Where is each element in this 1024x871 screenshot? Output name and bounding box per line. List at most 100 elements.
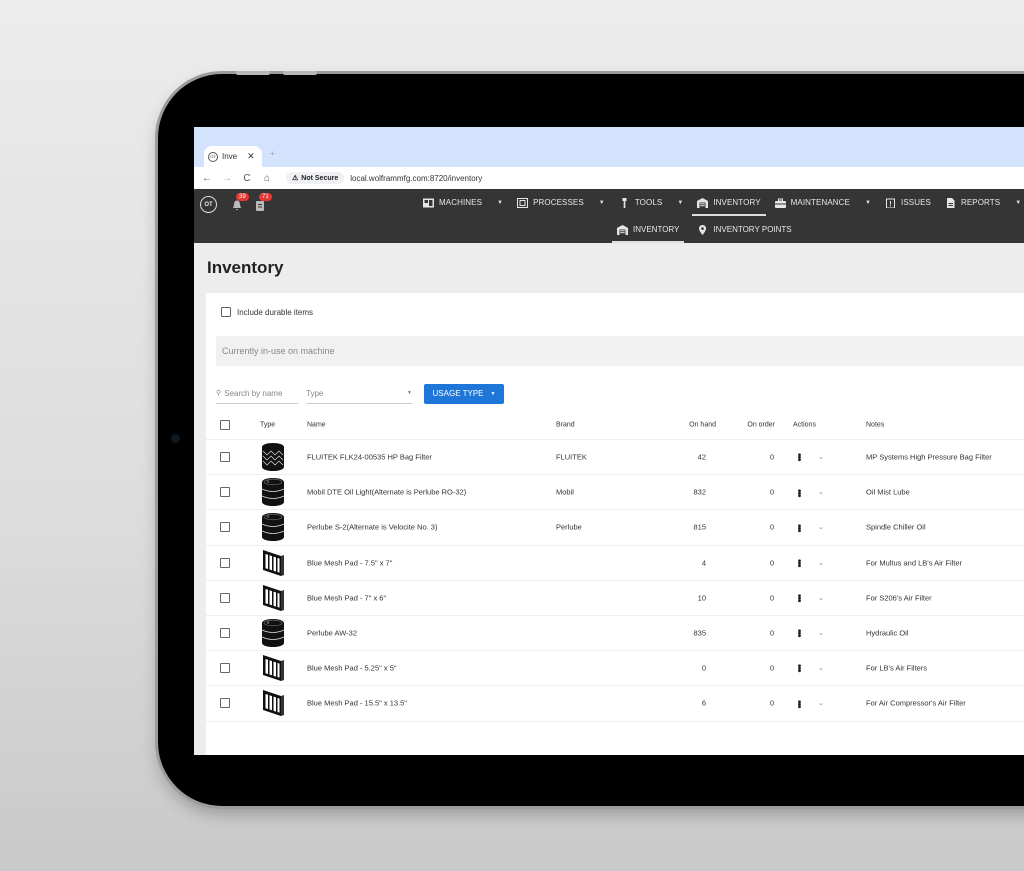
menu-reports[interactable]: REPORTS ▼ xyxy=(938,189,1024,216)
in-use-machine-field[interactable]: Currently in-use on machine xyxy=(216,336,1024,366)
row-actions: ••• ⌄ xyxy=(793,453,824,461)
header-brand[interactable]: Brand xyxy=(556,421,575,428)
item-name[interactable]: Perlube S-2(Alternate is Velocite No. 3) xyxy=(307,523,437,532)
header-type[interactable]: Type xyxy=(260,421,275,428)
table-row[interactable]: Blue Mesh Pad - 7.5" x 7" 4 0 ••• ⌄ For … xyxy=(206,546,1024,581)
table-row[interactable]: FLUITEK FLK24-00535 HP Bag Filter FLUITE… xyxy=(206,440,1024,476)
caret-down-icon: ▼ xyxy=(490,390,496,397)
include-durable-label: Include durable items xyxy=(237,307,314,317)
include-durable-checkbox[interactable] xyxy=(221,307,231,317)
item-name[interactable]: Blue Mesh Pad - 7.5" x 7" xyxy=(307,558,392,567)
table-header: Type Name Brand On hand On order Actions… xyxy=(206,410,1024,440)
item-name[interactable]: Blue Mesh Pad - 5.25" x 5" xyxy=(307,664,397,673)
select-all-checkbox[interactable] xyxy=(220,419,230,430)
on-order-value: 0 xyxy=(769,628,774,638)
home-icon[interactable]: ⌂ xyxy=(262,173,272,184)
usage-type-button[interactable]: USAGE TYPE ▼ xyxy=(424,383,504,404)
more-vert-icon[interactable]: ••• xyxy=(793,524,804,532)
item-notes: Spindle Chiller Oil xyxy=(866,522,926,532)
chevron-down-icon[interactable]: ⌄ xyxy=(818,664,824,672)
header-on-order[interactable]: On order xyxy=(747,421,775,428)
submenu-inventory-label: INVENTORY xyxy=(633,225,680,234)
row-checkbox[interactable] xyxy=(220,592,230,603)
menu-maintenance[interactable]: MAINTENANCE ▼ xyxy=(768,189,878,216)
on-hand-value: 0 xyxy=(701,663,706,673)
chevron-down-icon[interactable]: ⌄ xyxy=(818,488,824,496)
item-name[interactable]: Perlube AW-32 xyxy=(307,629,357,638)
more-vert-icon[interactable]: ••• xyxy=(793,559,804,567)
security-chip[interactable]: ⚠ Not Secure xyxy=(286,172,345,184)
table-row[interactable]: Blue Mesh Pad - 5.25" x 5" 0 0 ••• ⌄ For… xyxy=(206,651,1024,687)
header-notes[interactable]: Notes xyxy=(866,421,884,428)
menu-tools[interactable]: TOOLS ▼ xyxy=(612,189,691,216)
row-checkbox[interactable] xyxy=(220,628,230,639)
browser-tab[interactable]: OT Inve ✕ xyxy=(204,146,262,167)
back-icon[interactable]: ← xyxy=(202,173,212,184)
row-actions: ••• ⌄ xyxy=(793,629,824,637)
row-checkbox[interactable] xyxy=(220,663,230,674)
search-input[interactable]: ⚲ Search by name xyxy=(216,383,298,404)
more-vert-icon[interactable]: ••• xyxy=(793,594,804,602)
menu-issues[interactable]: ISSUES xyxy=(878,189,938,216)
reload-icon[interactable]: C xyxy=(242,173,252,184)
menu-maintenance-label: MAINTENANCE xyxy=(790,198,850,207)
forward-icon[interactable]: → xyxy=(222,173,232,184)
item-name[interactable]: Blue Mesh Pad - 15.5" x 13.5" xyxy=(307,699,407,708)
menu-inventory[interactable]: INVENTORY xyxy=(690,189,767,216)
table-row[interactable]: Perlube AW-32 835 0 ••• ⌄ Hydraulic Oil xyxy=(206,616,1024,652)
app-logo[interactable]: OT xyxy=(200,196,217,213)
row-checkbox[interactable] xyxy=(220,698,230,709)
row-checkbox[interactable] xyxy=(220,452,230,463)
submenu-inventory-points[interactable]: INVENTORY POINTS xyxy=(690,216,798,243)
chevron-down-icon[interactable]: ⌄ xyxy=(818,629,824,637)
include-durable-toggle[interactable]: Include durable items xyxy=(221,307,313,317)
row-checkbox[interactable] xyxy=(220,522,230,533)
type-select[interactable]: Type ▼ xyxy=(306,383,412,404)
caret-down-icon[interactable]: ▼ xyxy=(677,200,683,206)
menu-machines[interactable]: MACHINES ▼ xyxy=(416,189,510,216)
menu-processes[interactable]: PROCESSES ▼ xyxy=(510,189,612,216)
more-vert-icon[interactable]: ••• xyxy=(793,664,804,672)
chevron-down-icon[interactable]: ⌄ xyxy=(818,594,824,602)
table-row-partial xyxy=(206,722,1024,756)
url-field[interactable]: ⚠ Not Secure local.wolframmfg.com:8720/in… xyxy=(286,172,482,184)
tasks-button[interactable]: 71 xyxy=(255,193,272,211)
table-row[interactable]: Blue Mesh Pad - 15.5" x 13.5" 6 0 ••• ⌄ … xyxy=(206,686,1024,722)
main-menu: MACHINES ▼ PROCESSES ▼ TOOLS ▼ INVENTORY… xyxy=(416,189,1024,216)
table-row[interactable]: Perlube S-2(Alternate is Velocite No. 3)… xyxy=(206,510,1024,546)
more-vert-icon[interactable]: ••• xyxy=(793,629,804,637)
item-name[interactable]: Mobil DTE Oil Light(Alternate is Perlube… xyxy=(307,488,466,497)
caret-down-icon[interactable]: ▼ xyxy=(497,200,503,206)
url-text[interactable]: local.wolframmfg.com:8720/inventory xyxy=(350,174,482,183)
chevron-down-icon[interactable]: ⌄ xyxy=(818,523,824,531)
item-name[interactable]: FLUITEK FLK24-00535 HP Bag Filter xyxy=(307,453,432,462)
chevron-down-icon[interactable]: ⌄ xyxy=(818,453,824,461)
chevron-down-icon[interactable]: ⌄ xyxy=(818,559,824,567)
submenu-inventory[interactable]: INVENTORY xyxy=(610,216,686,243)
notifications-button[interactable]: 39 xyxy=(232,193,249,211)
item-name[interactable]: Blue Mesh Pad - 7" x 6" xyxy=(307,593,386,602)
menu-processes-label: PROCESSES xyxy=(533,198,584,207)
header-on-hand[interactable]: On hand xyxy=(689,421,716,428)
caret-down-icon[interactable]: ▼ xyxy=(599,200,605,206)
table-row[interactable]: Blue Mesh Pad - 7" x 6" 10 0 ••• ⌄ For S… xyxy=(206,581,1024,616)
warning-icon: ⚠ xyxy=(292,175,299,182)
caret-down-icon[interactable]: ▼ xyxy=(1015,200,1021,206)
header-name[interactable]: Name xyxy=(307,421,326,428)
more-vert-icon[interactable]: ••• xyxy=(793,700,804,708)
type-icon-cell xyxy=(260,653,286,683)
chevron-down-icon[interactable]: ⌄ xyxy=(818,699,824,707)
row-checkbox[interactable] xyxy=(220,557,230,568)
table-row[interactable]: Mobil DTE Oil Light(Alternate is Perlube… xyxy=(206,475,1024,511)
toolbox-icon xyxy=(774,198,786,208)
more-vert-icon[interactable]: ••• xyxy=(793,453,804,461)
close-tab-icon[interactable]: ✕ xyxy=(247,151,255,162)
row-actions: ••• ⌄ xyxy=(793,594,824,602)
new-tab-button[interactable]: + xyxy=(270,149,275,158)
item-brand: FLUITEK xyxy=(556,452,587,462)
caret-down-icon[interactable]: ▼ xyxy=(865,200,871,206)
oil-drum-icon xyxy=(261,478,285,507)
row-checkbox[interactable] xyxy=(220,487,230,498)
more-vert-icon[interactable]: ••• xyxy=(793,489,804,497)
header-actions: Actions xyxy=(793,421,816,428)
